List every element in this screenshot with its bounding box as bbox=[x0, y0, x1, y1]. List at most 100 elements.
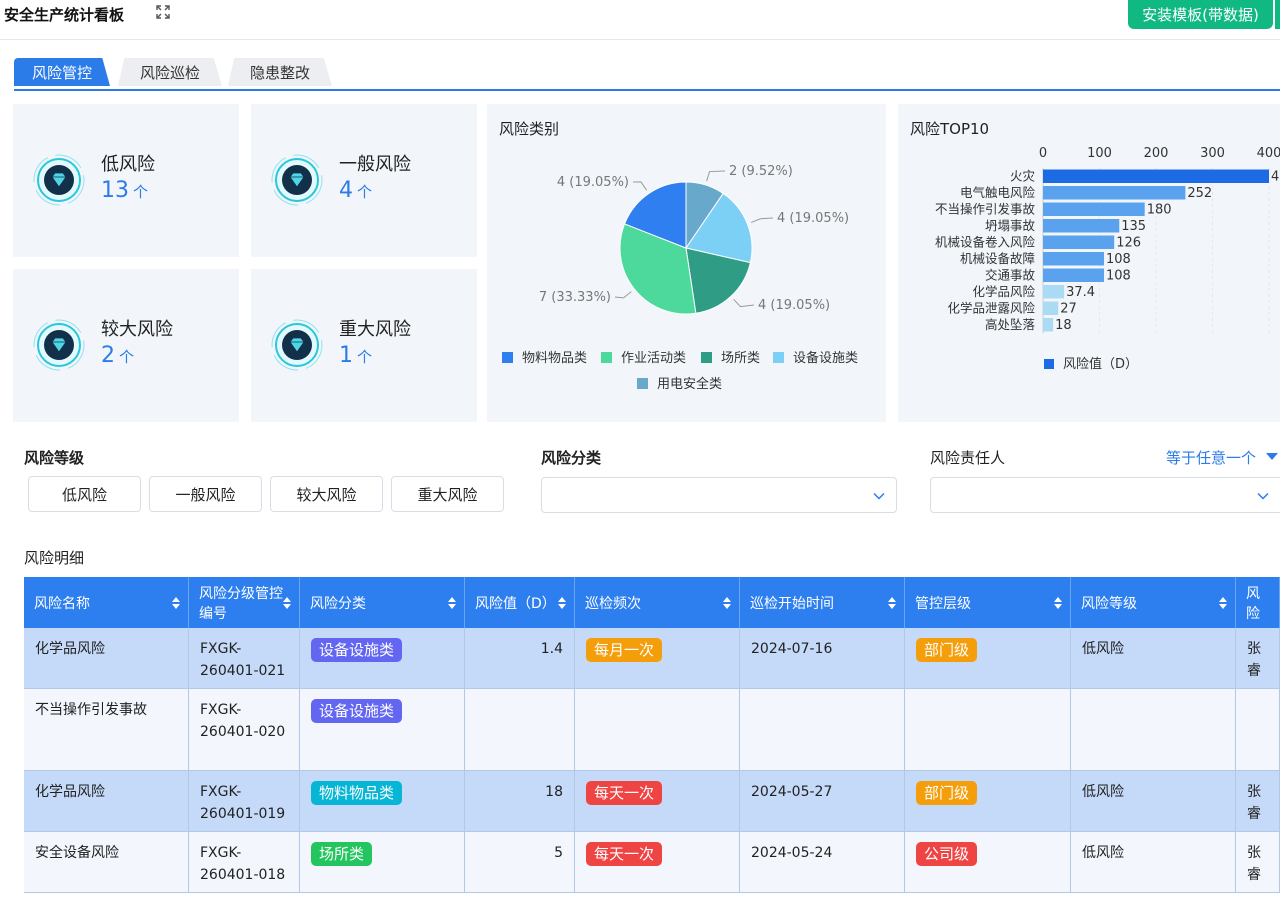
header-col-owner[interactable]: 风险 bbox=[1236, 577, 1280, 628]
sort-icon[interactable] bbox=[723, 597, 731, 609]
header-label: 风险名称 bbox=[34, 595, 90, 612]
cell-risk-grade: 低风险 bbox=[1071, 832, 1236, 893]
filter-level-label: 风险等级 bbox=[24, 449, 85, 467]
pie-leader-line bbox=[614, 291, 632, 299]
table-row[interactable]: 安全设备风险 FXGK- 260401-018 场所类 5 每天一次 2024-05-24… bbox=[24, 832, 1280, 893]
header-col-category[interactable]: 风险分类 bbox=[300, 577, 465, 628]
legend-label[interactable]: 物料物品类 bbox=[522, 351, 587, 366]
pie-data-label: 4 (19.05%) bbox=[758, 298, 830, 313]
level-option-low[interactable]: 低风险 bbox=[28, 476, 141, 512]
legend-label[interactable]: 风险值（D） bbox=[1063, 356, 1138, 372]
level-option-major[interactable]: 较大风险 bbox=[270, 476, 383, 512]
level-option-severe[interactable]: 重大风险 bbox=[391, 476, 504, 512]
header-col-control-level[interactable]: 管控层级 bbox=[905, 577, 1071, 628]
cell-frequency bbox=[575, 689, 740, 771]
y-category-label: 机械设备故障 bbox=[960, 251, 1035, 266]
header-label: 风险等级 bbox=[1081, 595, 1137, 612]
sort-icon[interactable] bbox=[888, 597, 896, 609]
bar-value-label: 37.4 bbox=[1066, 285, 1095, 300]
x-tick-label: 0 bbox=[1039, 146, 1047, 161]
table-title: 风险明细 bbox=[24, 549, 85, 567]
category-select[interactable] bbox=[541, 477, 897, 513]
pie-data-label: 4 (19.05%) bbox=[557, 175, 629, 190]
cell-frequency: 每天一次 bbox=[575, 832, 740, 893]
app-title: 安全生产统计看板 bbox=[4, 6, 125, 24]
sort-icon[interactable] bbox=[448, 597, 456, 609]
header-label: 风险分类 bbox=[310, 595, 366, 612]
legend-label[interactable]: 作业活动类 bbox=[621, 351, 686, 366]
header-col-risk-grade[interactable]: 风险等级 bbox=[1071, 577, 1236, 628]
bar[interactable] bbox=[1043, 301, 1059, 316]
bar[interactable] bbox=[1043, 285, 1065, 299]
level-option-general[interactable]: 一般风险 bbox=[149, 476, 262, 512]
bar[interactable] bbox=[1043, 252, 1105, 266]
legend-swatch bbox=[502, 352, 513, 363]
expand-icon[interactable] bbox=[155, 4, 171, 20]
cell-category: 场所类 bbox=[300, 832, 465, 893]
legend-label[interactable]: 用电安全类 bbox=[657, 376, 722, 392]
stat-value: 4个 bbox=[339, 178, 373, 203]
cell-start-time: 2024-05-27 bbox=[740, 771, 905, 832]
diamond-badge-icon bbox=[271, 154, 323, 206]
cell-start-time bbox=[740, 689, 905, 771]
header-col-name[interactable]: 风险名称 bbox=[24, 577, 189, 628]
cell-frequency: 每天一次 bbox=[575, 771, 740, 832]
cell-name: 化学品风险 bbox=[24, 771, 189, 832]
bar[interactable] bbox=[1043, 169, 1269, 184]
bar-value-label: 18 bbox=[1055, 318, 1072, 333]
header-label: 管控层级 bbox=[915, 595, 971, 612]
cell-category: 设备设施类 bbox=[300, 689, 465, 771]
risk-category-chart-card: 风险类别 2 (9.52%) 4 (19.05%) 4 (19.05%) 7 (33.… bbox=[487, 104, 886, 422]
y-category-label: 坍塌事故 bbox=[985, 218, 1036, 233]
cell-value: 5 bbox=[465, 832, 575, 893]
tab-risk-inspection[interactable]: 风险巡检 bbox=[118, 58, 222, 86]
stat-value: 13 个 bbox=[101, 178, 149, 203]
header-col-frequency[interactable]: 巡检频次 bbox=[575, 577, 740, 628]
bar[interactable] bbox=[1043, 268, 1105, 283]
bar[interactable] bbox=[1043, 219, 1120, 233]
legend-label[interactable]: 场所类 bbox=[721, 351, 760, 366]
diamond-badge-icon bbox=[271, 319, 323, 371]
table-row[interactable]: 不当操作引发事故 FXGK- 260401-020 设备设施类 bbox=[24, 689, 1280, 771]
legend-label[interactable]: 设备设施类 bbox=[793, 350, 858, 366]
cell-code: FXGK- 260401-018 bbox=[189, 832, 300, 893]
tab-hazard-rectification[interactable]: 隐患整改 bbox=[228, 58, 332, 86]
sort-icon[interactable] bbox=[1054, 597, 1062, 609]
caret-down-icon[interactable] bbox=[1266, 453, 1278, 460]
install-template-button[interactable]: 安装模板(带数据) bbox=[1128, 0, 1273, 29]
bar-value-label: 27 bbox=[1060, 302, 1077, 317]
cell-control-level: 部门级 bbox=[905, 771, 1071, 832]
legend-swatch bbox=[601, 352, 612, 363]
tag-badge: 部门级 bbox=[916, 781, 978, 805]
table-row[interactable]: 化学品风险 FXGK- 260401-019 物料物品类 18 每天一次 2024-05-… bbox=[24, 771, 1280, 832]
bar[interactable] bbox=[1043, 202, 1145, 217]
sort-icon[interactable] bbox=[558, 597, 566, 609]
cell-risk-grade: 低风险 bbox=[1071, 628, 1236, 689]
stat-value: 2个 bbox=[101, 343, 135, 368]
stat-card-major: 较大风险 2个 bbox=[13, 269, 239, 422]
bar-value-label: 180 bbox=[1147, 203, 1172, 218]
sort-icon[interactable] bbox=[1219, 597, 1227, 609]
cell-value bbox=[465, 689, 575, 771]
header-label: 风险 bbox=[1246, 585, 1260, 622]
header-col-start-time[interactable]: 巡检开始时间 bbox=[740, 577, 905, 628]
bar[interactable] bbox=[1043, 186, 1186, 200]
cell-start-time: 2024-05-24 bbox=[740, 832, 905, 893]
sort-icon[interactable] bbox=[283, 597, 291, 609]
tab-risk-control[interactable]: 风险管控 bbox=[14, 58, 110, 86]
pie-leader-line bbox=[706, 170, 726, 182]
stat-label: 较大风险 bbox=[101, 319, 173, 340]
bar[interactable] bbox=[1043, 318, 1054, 332]
stat-value: 1个 bbox=[339, 343, 373, 368]
sort-icon[interactable] bbox=[172, 597, 180, 609]
header-label: 风险值（D） bbox=[475, 595, 556, 612]
owner-select[interactable] bbox=[930, 477, 1280, 513]
install-dropdown-button[interactable] bbox=[1274, 0, 1280, 29]
header-col-value[interactable]: 风险值（D） bbox=[465, 577, 575, 628]
bar[interactable] bbox=[1043, 235, 1115, 250]
stat-card-severe: 重大风险 1个 bbox=[251, 269, 477, 422]
table-row[interactable]: 化学品风险 FXGK- 260401-021 设备设施类 1.4 每月一次 2024-07… bbox=[24, 628, 1280, 689]
header-col-code[interactable]: 风险分级管控编号 bbox=[189, 577, 300, 628]
tab-underline bbox=[14, 89, 1280, 91]
owner-match-mode[interactable]: 等于任意一个 bbox=[1166, 447, 1256, 468]
